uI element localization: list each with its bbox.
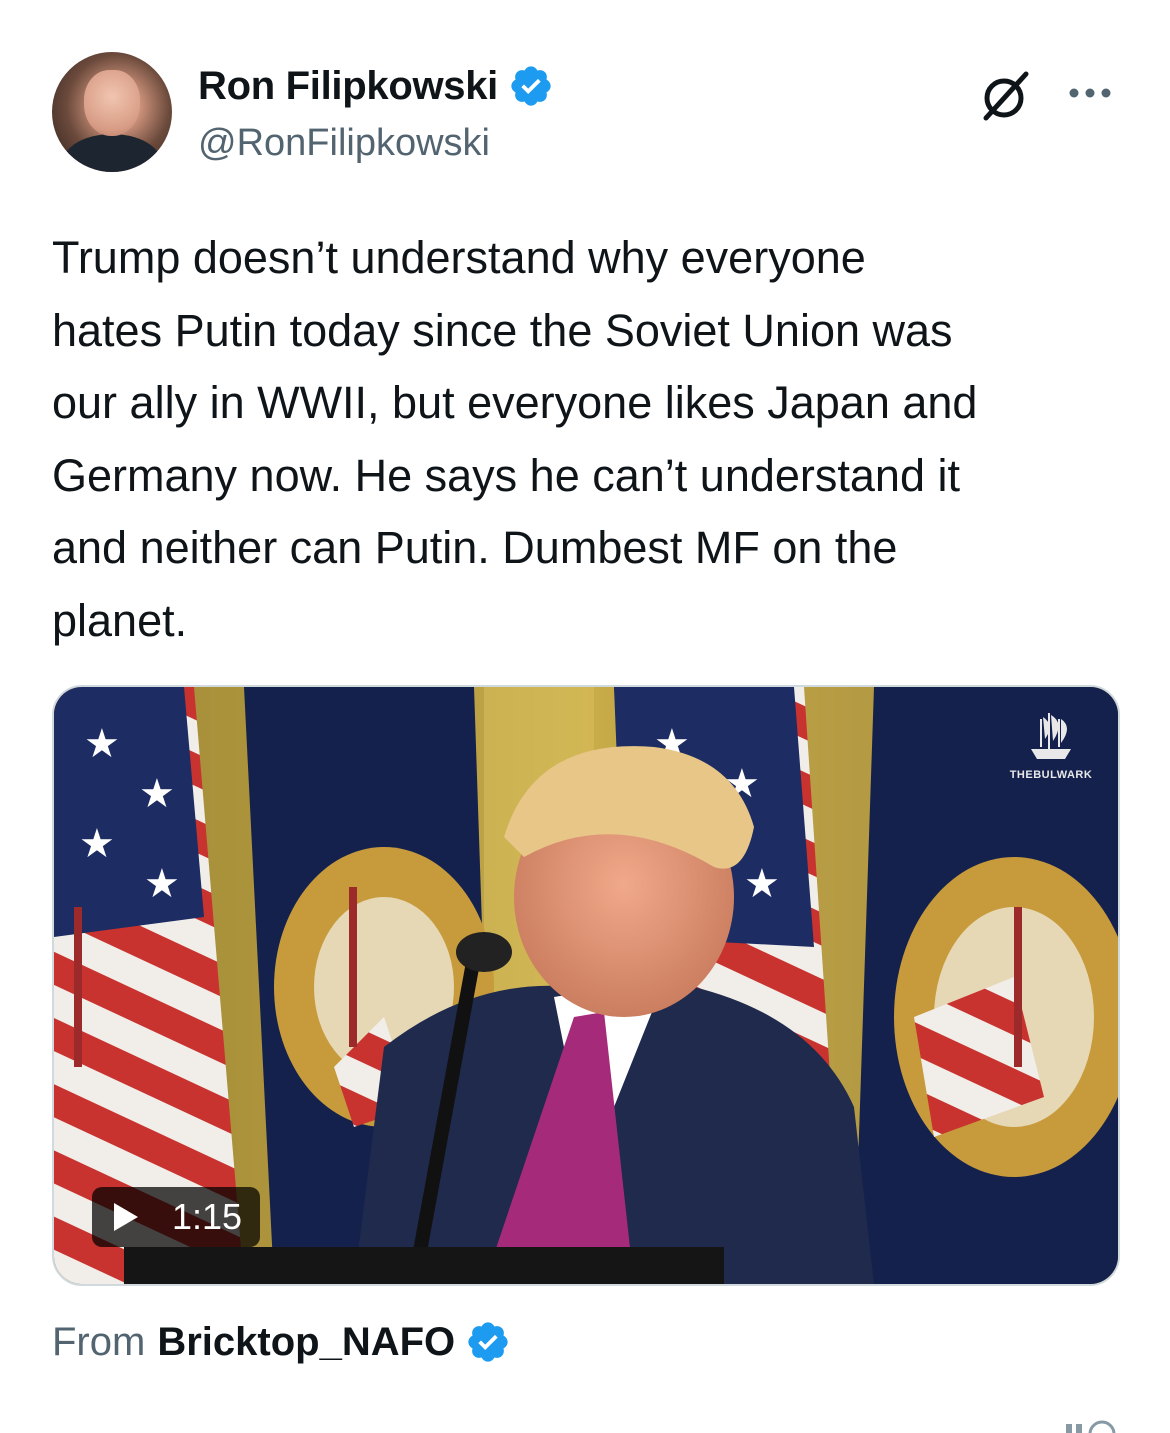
svg-text:★: ★	[84, 721, 120, 767]
author-names: Ron Filipkowski @RonFilipkowski	[198, 58, 554, 165]
svg-text:★: ★	[79, 821, 115, 867]
source-account-name[interactable]: Bricktop_NAFO	[157, 1320, 455, 1365]
grok-icon[interactable]	[976, 66, 1036, 126]
svg-text:★: ★	[744, 861, 780, 907]
author-handle[interactable]: @RonFilipkowski	[198, 122, 554, 165]
display-name-row: Ron Filipkowski	[198, 58, 554, 114]
source-from-label: From	[52, 1319, 146, 1364]
tweet-header: Ron Filipkowski @RonFilipkowski	[52, 52, 1122, 177]
avatar-face	[84, 70, 140, 136]
avatar[interactable]	[52, 52, 172, 172]
svg-text:★: ★	[144, 861, 180, 907]
ship-logo-icon	[1031, 713, 1071, 759]
tweet-text: Trump doesn’t understand why everyone ha…	[52, 232, 978, 646]
watermark: THEBULWARK	[1006, 707, 1096, 781]
verified-badge-icon	[511, 66, 551, 106]
play-duration-button[interactable]: 1:15	[92, 1187, 260, 1247]
author-display-name[interactable]: Ron Filipkowski	[198, 64, 498, 109]
avatar-shirt	[62, 134, 162, 172]
more-horizontal-icon[interactable]	[1060, 68, 1120, 118]
partial-icon	[1066, 1420, 1116, 1433]
video-source: From Bricktop_NAFO	[52, 1312, 511, 1372]
svg-text:★: ★	[139, 771, 175, 817]
watermark-text: THEBULWARK	[1009, 769, 1093, 781]
verified-badge-icon	[468, 1322, 508, 1362]
video-duration: 1:15	[172, 1196, 243, 1237]
play-icon	[114, 1203, 138, 1231]
video-player[interactable]: ★ ★ ★ ★ ★ ★ ★ ★	[52, 685, 1120, 1286]
